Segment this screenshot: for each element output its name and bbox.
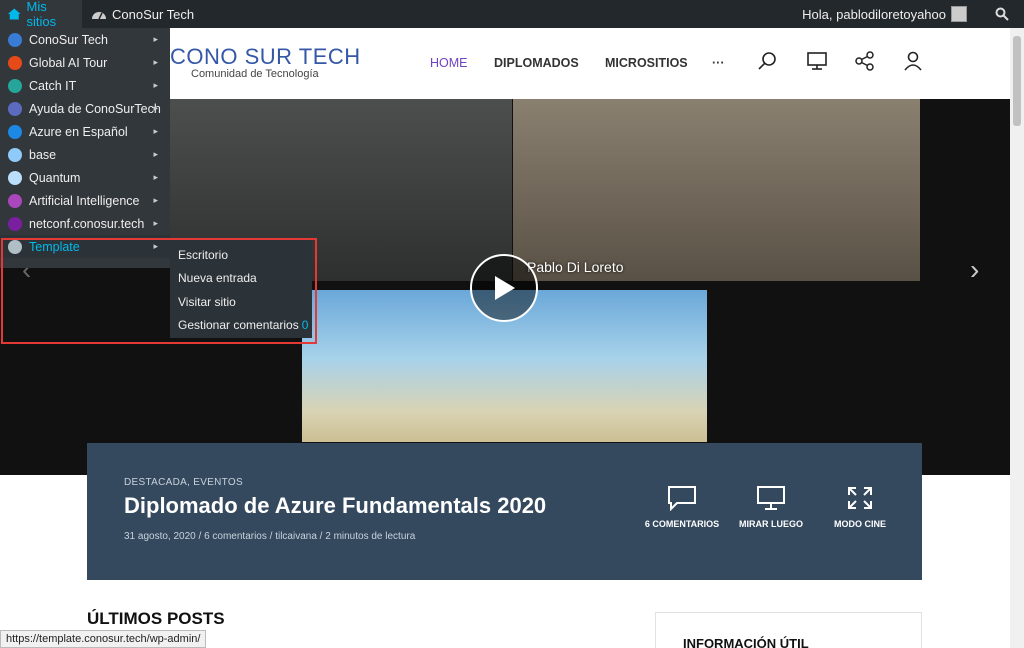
chevron-right-icon: ▸ (153, 218, 158, 228)
monitor-icon[interactable] (806, 50, 828, 72)
conosur-icon (8, 32, 22, 47)
submenu-item-label: Nueva entrada (178, 271, 257, 286)
global-ai-icon (8, 55, 22, 70)
ai-site-icon (8, 193, 22, 208)
nav-more[interactable]: ··· (712, 56, 725, 70)
submenu-item[interactable]: Escritorio (170, 243, 312, 267)
sites-menu-item-label: Template (29, 239, 80, 254)
my-sites-menu[interactable]: Mis sitios (0, 0, 82, 29)
monitor-icon (757, 486, 785, 510)
search-icon (995, 7, 1009, 21)
chevron-right-icon: ▸ (153, 195, 158, 205)
post-meta: 31 agosto, 2020 / 6 comentarios / tilcai… (124, 531, 416, 542)
info-widget-title: INFORMACIÓN ÚTIL (683, 636, 809, 648)
sites-menu-item-label: Ayuda de ConoSurTech (29, 101, 161, 116)
status-bar-url: https://template.conosur.tech/wp-admin/ (0, 630, 207, 648)
sites-menu-item[interactable]: Artificial Intelligence ▸ (0, 189, 170, 212)
submenu-item-label: Visitar sitio (178, 294, 236, 309)
submenu-item[interactable]: Visitar sitio (170, 290, 312, 314)
chevron-right-icon: ▸ (153, 80, 158, 90)
template-site-submenu: Escritorio Nueva entrada Visitar sitio Gest… (170, 238, 312, 338)
site-name-label: ConoSur Tech (112, 6, 195, 22)
user-icon[interactable] (902, 50, 924, 72)
chevron-right-icon: ▸ (153, 57, 158, 67)
chevron-right-icon: ▸ (153, 126, 158, 136)
chevron-right-icon[interactable]: › (970, 254, 979, 286)
page-scrollbar[interactable] (1010, 28, 1024, 648)
search-icon[interactable] (757, 50, 779, 72)
sites-menu-item[interactable]: Catch IT ▸ (0, 74, 170, 97)
help-site-icon (8, 101, 22, 116)
sites-menu-item-label: Global AI Tour (29, 55, 108, 70)
nav-diplomados[interactable]: DIPLOMADOS (494, 56, 579, 70)
base-site-icon (8, 147, 22, 162)
greeting-label: Hola, pablodiloretoyahoo (802, 6, 946, 22)
site-logo-subtitle: Comunidad de Tecnología (191, 68, 319, 80)
sites-menu-item[interactable]: Quantum ▸ (0, 166, 170, 189)
comments-button[interactable]: 6 COMENTARIOS (632, 485, 732, 529)
sites-menu-item[interactable]: netconf.conosur.tech ▸ (0, 212, 170, 235)
chevron-right-icon: ▸ (153, 172, 158, 182)
post-title[interactable]: Diplomado de Azure Fundamentals 2020 (124, 493, 546, 519)
sites-menu-item[interactable]: Global AI Tour ▸ (0, 51, 170, 74)
watch-later-label: MIRAR LUEGO (739, 519, 803, 529)
post-categories[interactable]: DESTACADA, EVENTOS (124, 477, 243, 488)
scrollbar-thumb[interactable] (1013, 36, 1021, 126)
sites-menu-item[interactable]: Ayuda de ConoSurTech ▸ (0, 97, 170, 120)
sites-menu-item-label: netconf.conosur.tech (29, 216, 145, 231)
chevron-right-icon: ▸ (153, 103, 158, 113)
sites-menu-item[interactable]: Template ▸ (0, 235, 170, 258)
chevron-right-icon: ▸ (153, 149, 158, 159)
sites-menu-item[interactable]: ConoSur Tech ▸ (0, 28, 170, 51)
sites-menu-item-label: Azure en Español (29, 124, 128, 139)
nav-home[interactable]: HOME (430, 56, 468, 70)
latest-posts-heading: ÚLTIMOS POSTS (87, 609, 225, 628)
submenu-item[interactable]: Nueva entrada (170, 267, 312, 291)
video-participant-panel (513, 99, 920, 281)
play-button[interactable] (470, 254, 538, 322)
chevron-right-icon: ▸ (153, 34, 158, 44)
sites-menu-item[interactable]: Azure en Español ▸ (0, 120, 170, 143)
expand-icon (848, 487, 872, 509)
catch-it-icon (8, 78, 22, 93)
sites-menu-item-label: ConoSur Tech (29, 32, 108, 47)
template-site-icon (8, 239, 22, 254)
browser-page: CONO SUR TECH Comunidad de Tecnología HO… (0, 0, 1024, 648)
account-menu[interactable]: Hola, pablodiloretoyahoo (795, 0, 974, 28)
site-name-menu[interactable]: ConoSur Tech (84, 0, 201, 28)
sites-menu-item-label: Artificial Intelligence (29, 193, 140, 208)
comment-count-badge: 0 (301, 318, 309, 333)
comment-icon (668, 486, 696, 511)
comments-label: 6 COMENTARIOS (644, 519, 720, 529)
my-sites-label: Mis sitios (26, 0, 57, 29)
sites-menu-item-label: Quantum (29, 170, 81, 185)
featured-post-card: DESTACADA, EVENTOS Diplomado de Azure Fu… (87, 443, 922, 580)
watch-later-button[interactable]: MIRAR LUEGO (721, 485, 821, 529)
cinema-mode-label: MODO CINE (833, 519, 886, 529)
dashboard-icon (92, 12, 106, 20)
avatar (951, 6, 967, 22)
cinema-mode-button[interactable]: MODO CINE (810, 485, 910, 529)
netconf-icon (8, 216, 22, 231)
site-logo-title[interactable]: CONO SUR TECH (170, 44, 361, 70)
wp-admin-bar: Mis sitios ConoSur Tech Hola, pablodilor… (0, 0, 1024, 29)
participant-caption: Pablo Di Loreto (527, 259, 624, 275)
share-icon[interactable] (854, 50, 876, 72)
admin-search-button[interactable] (980, 0, 1024, 28)
my-sites-icon (7, 8, 21, 20)
sites-menu-item[interactable]: base ▸ (0, 143, 170, 166)
sites-menu-item-label: Catch IT (29, 78, 77, 93)
quantum-icon (8, 170, 22, 185)
chevron-right-icon: ▸ (153, 241, 158, 251)
nav-micrositios[interactable]: MICROSITIOS (605, 56, 688, 70)
my-sites-dropdown: ConoSur Tech ▸ Global AI Tour ▸ Catch IT ▸ Ayu… (0, 28, 170, 268)
submenu-item-label: Gestionar comentarios (178, 318, 299, 333)
play-icon (495, 276, 515, 300)
submenu-item-label: Escritorio (178, 247, 229, 262)
azure-icon (8, 124, 22, 139)
sites-menu-item-label: base (29, 147, 57, 162)
submenu-item[interactable]: Gestionar comentarios 0 (170, 314, 312, 338)
